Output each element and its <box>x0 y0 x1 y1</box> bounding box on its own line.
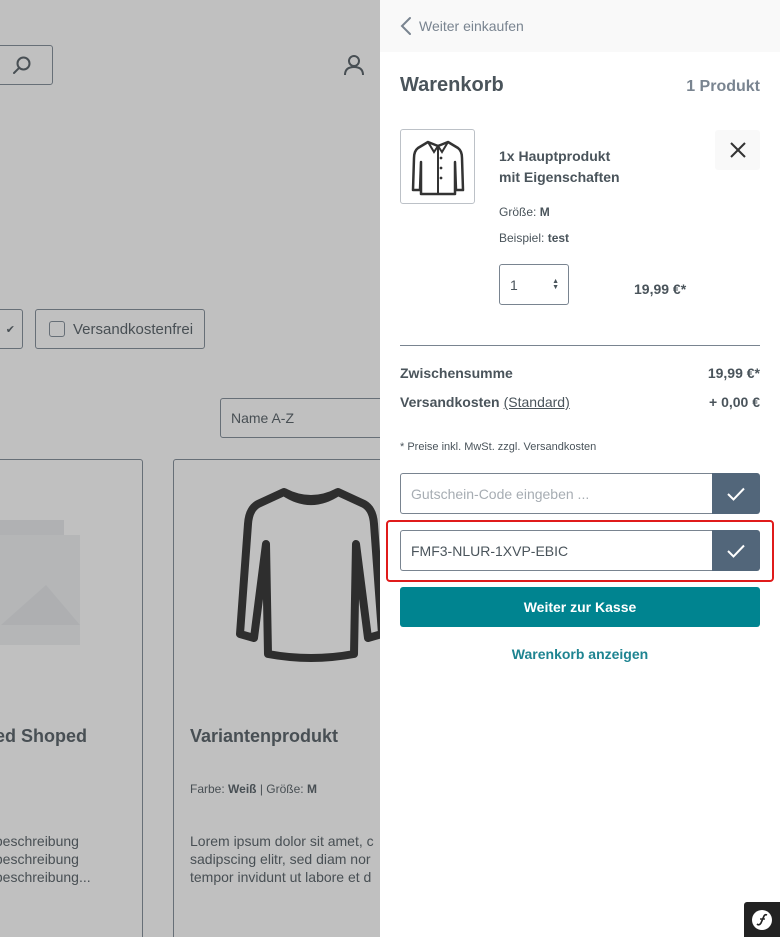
remove-item-button[interactable] <box>715 130 760 170</box>
checkmark-icon <box>727 544 745 558</box>
cart-item-image[interactable] <box>400 129 475 204</box>
quantity-value: 1 <box>510 276 518 293</box>
continue-shopping-button[interactable]: Weiter einkaufen <box>380 0 780 52</box>
cart-item-count: 1 Produkt <box>686 78 760 95</box>
select-arrows-icon: ▲ ▼ <box>552 278 559 291</box>
chevron-left-icon <box>400 17 411 35</box>
cart-title: Warenkorb <box>400 74 504 96</box>
jacket-icon <box>411 140 464 195</box>
subtotal-row: Zwischensumme 19,99 €* <box>400 365 760 381</box>
subtotal-label: Zwischensumme <box>400 365 513 381</box>
voucher-code-input[interactable]: FMF3-NLUR-1XVP-EBIC <box>400 530 712 571</box>
cart-item-property-size: Größe: M <box>499 205 550 219</box>
close-icon <box>729 142 746 158</box>
voucher-code-apply-button[interactable] <box>712 530 760 571</box>
cart-item-name[interactable]: 1x Hauptprodukt mit Eigenschaften <box>499 146 620 188</box>
voucher-apply-button[interactable] <box>712 473 760 514</box>
offcanvas-backdrop[interactable] <box>0 0 380 937</box>
voucher-input[interactable]: Gutschein-Code eingeben ... <box>400 473 712 514</box>
checkout-button[interactable]: Weiter zur Kasse <box>400 587 760 627</box>
checkmark-icon <box>727 487 745 501</box>
symfony-toolbar-button[interactable] <box>744 902 780 937</box>
quantity-select[interactable]: 1 ▲ ▼ <box>499 264 569 305</box>
offcanvas-cart: Weiter einkaufen Warenkorb 1 Produkt 1x … <box>380 0 780 937</box>
shipping-value: + 0,00 € <box>709 394 760 410</box>
shipping-label: Versandkosten <box>400 394 500 410</box>
subtotal-value: 19,99 €* <box>707 365 760 381</box>
cart-header: Warenkorb 1 Produkt <box>400 74 760 97</box>
symfony-logo-icon <box>752 909 772 930</box>
continue-shopping-label: Weiter einkaufen <box>419 18 524 34</box>
voucher-form: Gutschein-Code eingeben ... <box>400 473 760 514</box>
cart-divider <box>400 345 760 346</box>
show-cart-link[interactable]: Warenkorb anzeigen <box>400 646 760 662</box>
shipping-method-link[interactable]: (Standard) <box>504 394 570 410</box>
cart-item-property-example: Beispiel: test <box>499 231 570 245</box>
tax-note: * Preise inkl. MwSt. zzgl. Versandkosten <box>400 441 597 453</box>
voucher-code-form: FMF3-NLUR-1XVP-EBIC <box>400 530 760 571</box>
cart-item-price: 19,99 €* <box>634 281 687 297</box>
shipping-row: Versandkosten (Standard) + 0,00 € <box>400 394 760 410</box>
